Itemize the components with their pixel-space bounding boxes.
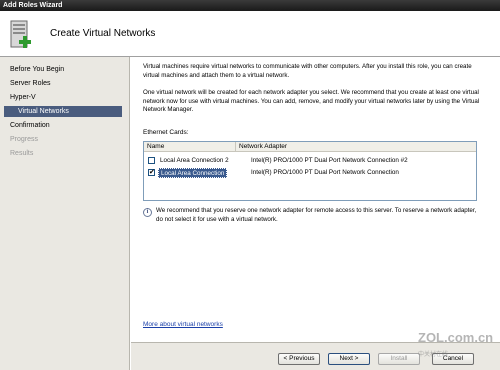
wizard-content: Virtual machines require virtual network…: [131, 57, 485, 342]
adapter-name: Local Area Connection 2: [160, 157, 229, 164]
column-header-name[interactable]: Name: [144, 142, 236, 152]
server-add-icon: [10, 20, 31, 48]
watermark-subtitle: 中关村在线: [418, 352, 449, 358]
adapter-description: Intel(R) PRO/1000 PT Dual Port Network C…: [251, 169, 399, 176]
window-titlebar: Add Roles Wizard: [0, 0, 500, 11]
watermark-logo: ZOL.com.cn: [418, 330, 494, 345]
intro-paragraph: Virtual machines require virtual network…: [143, 63, 472, 79]
recommendation-paragraph: One virtual network will be created for …: [143, 89, 480, 114]
sidebar-item-virtual-networks[interactable]: Virtual Networks: [4, 106, 122, 117]
list-header: Name Network Adapter: [144, 142, 476, 152]
list-item[interactable]: Local Area Connection 2 Intel(R) PRO/100…: [144, 155, 476, 166]
ethernet-cards-list[interactable]: Name Network Adapter Local Area Connecti…: [143, 141, 477, 201]
sidebar-item-before-you-begin[interactable]: Before You Begin: [10, 64, 64, 75]
ethernet-cards-label: Ethernet Cards:: [143, 129, 189, 136]
adapter-description: Intel(R) PRO/1000 PT Dual Port Network C…: [251, 157, 408, 164]
info-icon: i: [143, 208, 152, 217]
page-title: Create Virtual Networks: [50, 28, 156, 39]
sidebar-item-hyper-v[interactable]: Hyper-V: [10, 92, 36, 103]
wizard-header: Create Virtual Networks: [0, 11, 500, 57]
column-header-network-adapter[interactable]: Network Adapter: [236, 142, 476, 152]
sidebar-item-results: Results: [10, 150, 34, 157]
sidebar-item-progress: Progress: [10, 136, 39, 143]
adapter-checkbox-checked[interactable]: ✔: [148, 169, 155, 176]
adapter-name: Local Area Connection: [158, 168, 228, 178]
wizard-steps-sidebar: Before You Begin Server Roles Hyper-V Vi…: [0, 57, 130, 370]
previous-button[interactable]: < Previous: [278, 353, 320, 365]
list-item[interactable]: ✔ Local Area Connection Intel(R) PRO/100…: [144, 167, 476, 178]
more-about-virtual-networks-link[interactable]: More about virtual networks: [143, 321, 223, 328]
adapter-checkbox[interactable]: [148, 157, 155, 164]
sidebar-item-server-roles[interactable]: Server Roles: [10, 78, 50, 89]
info-message: We recommend that you reserve one networ…: [156, 207, 477, 223]
sidebar-item-confirmation[interactable]: Confirmation: [10, 120, 50, 131]
next-button[interactable]: Next >: [328, 353, 370, 365]
install-button: Install: [378, 353, 420, 365]
